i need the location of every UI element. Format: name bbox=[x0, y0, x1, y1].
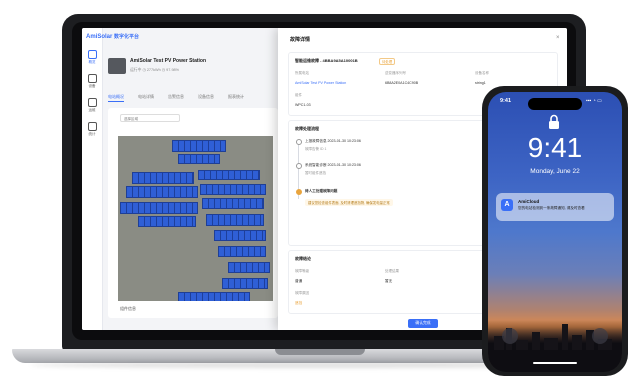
maintenance-icon bbox=[87, 98, 97, 107]
field-label: 处理结果 bbox=[385, 269, 399, 273]
sidebar-item-device[interactable]: 设备 bbox=[84, 74, 100, 90]
tab-details[interactable]: 电站详情 bbox=[138, 94, 154, 100]
camera-button[interactable] bbox=[592, 328, 608, 344]
map-panel: 选择区域 组件信息 bbox=[108, 108, 278, 318]
brand-suffix: 数字化平台 bbox=[114, 34, 140, 40]
device-icon bbox=[87, 74, 97, 83]
solar-panel-row bbox=[178, 154, 220, 164]
field-label: 故障等级 bbox=[295, 269, 309, 273]
flashlight-button[interactable] bbox=[502, 328, 518, 344]
sidebar-item-maintenance[interactable]: 运维 bbox=[84, 98, 100, 114]
solar-panel-row bbox=[222, 278, 268, 289]
timeline-detail: 故障告警 ID 1 bbox=[305, 147, 327, 151]
area-select[interactable]: 选择区域 bbox=[120, 114, 180, 122]
dashboard-icon bbox=[87, 50, 97, 59]
result-title: 故障结论 bbox=[295, 256, 311, 261]
timeline-dot bbox=[296, 163, 302, 169]
statistics-icon bbox=[87, 122, 97, 131]
app-icon: A bbox=[501, 199, 513, 211]
solar-panel-row bbox=[202, 198, 264, 209]
solar-panel-row bbox=[132, 172, 194, 184]
tab-devices[interactable]: 设备信息 bbox=[198, 94, 214, 100]
field-value: string1 bbox=[475, 81, 486, 85]
station-thumbnail bbox=[108, 58, 126, 74]
solar-panel-row bbox=[218, 246, 266, 257]
solar-panel-row bbox=[200, 184, 266, 195]
solar-panel-row bbox=[214, 230, 266, 241]
sidebar-item-label: 概览 bbox=[88, 60, 96, 64]
laptop-notch bbox=[275, 349, 365, 355]
field-value: WPC1-03 bbox=[295, 103, 311, 107]
timeline-detail: 暂时组件遮挡 bbox=[305, 171, 326, 175]
aerial-map[interactable] bbox=[118, 136, 273, 301]
sidebar-item-label: 统计 bbox=[88, 132, 96, 136]
tab-reports[interactable]: 报表统计 bbox=[228, 94, 244, 100]
solar-panel-row bbox=[206, 214, 264, 226]
field-value: 6B8A2E0A1C4C90B bbox=[385, 81, 419, 85]
tab-overview[interactable]: 电站概况 bbox=[108, 94, 124, 102]
field-value: 普通 bbox=[295, 279, 303, 283]
timeline-dot-pending bbox=[296, 189, 302, 195]
brand-name: AmiSolar bbox=[86, 34, 113, 40]
timeline-event: 上报故障信息 2023-01-30 10:23:06 bbox=[305, 139, 361, 143]
sidebar: 概览 设备 运维 统计 bbox=[82, 28, 103, 330]
sidebar-item-label: 设备 bbox=[88, 84, 96, 88]
suggestion-alert: 建议您检查组件表面, 及时清理遮挡物, 确保发电量正常 bbox=[305, 199, 393, 206]
field-label: 所属电站 bbox=[295, 71, 309, 75]
solar-panel-row bbox=[198, 170, 260, 180]
phone-lock-screen: 9:41 ▪▪▪ ◔ ▭ 9:41 Monday, June 22 A AmiC… bbox=[488, 92, 622, 372]
lock-clock: 9:41 bbox=[527, 132, 583, 163]
fault-info-title: 智能运维故障 - 4BBA9A5A10001B bbox=[295, 58, 358, 63]
sidebar-item-label: 运维 bbox=[88, 108, 96, 112]
station-meta: 运行中 ◷ 277kWh ◷ 97.98% bbox=[130, 68, 180, 72]
field-value: 遮挡 bbox=[295, 301, 303, 305]
lock-date: Monday, June 22 bbox=[530, 168, 580, 175]
status-bar-time: 9:41 bbox=[500, 98, 512, 104]
notification-body: 您的电站检测到一条故障通知, 请及时查看 bbox=[518, 206, 585, 210]
dynamic-island bbox=[528, 98, 582, 110]
home-indicator[interactable] bbox=[533, 362, 577, 364]
timeline-title: 故障处理流程 bbox=[295, 126, 319, 131]
solar-panel-row bbox=[172, 140, 226, 152]
status-bar-icons: ▪▪▪ ◔ ▭ bbox=[586, 98, 602, 104]
solar-panel-row bbox=[138, 216, 196, 227]
map-footer-title: 组件信息 bbox=[120, 306, 136, 311]
solar-panel-row bbox=[228, 262, 270, 273]
notification-title: AmiCloud bbox=[518, 199, 540, 204]
app-logo: AmiSolar 数字化平台 bbox=[86, 33, 139, 40]
notification-card[interactable]: A AmiCloud 您的电站检测到一条故障通知, 请及时查看 bbox=[496, 193, 614, 221]
station-tabs: 电站概况 电站详情 告警信息 设备信息 报表统计 bbox=[108, 94, 288, 104]
sidebar-item-statistics[interactable]: 统计 bbox=[84, 122, 100, 138]
status-badge: 待处理 bbox=[379, 58, 396, 65]
timeline-dot bbox=[296, 139, 302, 145]
solar-panel-row bbox=[178, 292, 250, 301]
field-label: 设备名称 bbox=[475, 71, 489, 75]
sidebar-item-overview[interactable]: 概览 bbox=[84, 50, 100, 66]
solar-panel-row bbox=[126, 186, 198, 198]
timeline-event: 系统智能诊断 2023-01-30 10:23:06 bbox=[305, 163, 361, 167]
station-name[interactable]: AmiSolar Test PV Power Station bbox=[130, 58, 206, 64]
dialog-title: 故障详情 bbox=[290, 37, 311, 43]
solar-panel-row bbox=[120, 202, 198, 214]
field-value: 暂无 bbox=[385, 279, 393, 283]
close-icon[interactable]: × bbox=[556, 35, 560, 41]
timeline-event: 待人工处理故障问题 bbox=[305, 189, 338, 193]
field-label: 故障原因 bbox=[295, 291, 309, 295]
confirm-button[interactable]: 确认完成 bbox=[408, 319, 438, 328]
field-label: 逆变器序列号 bbox=[385, 71, 406, 75]
lock-icon bbox=[549, 114, 559, 129]
tab-alarms[interactable]: 告警信息 bbox=[168, 94, 184, 100]
field-label: 组件 bbox=[295, 93, 302, 97]
station-link[interactable]: AmiSolar Test PV Power Station bbox=[295, 81, 346, 85]
